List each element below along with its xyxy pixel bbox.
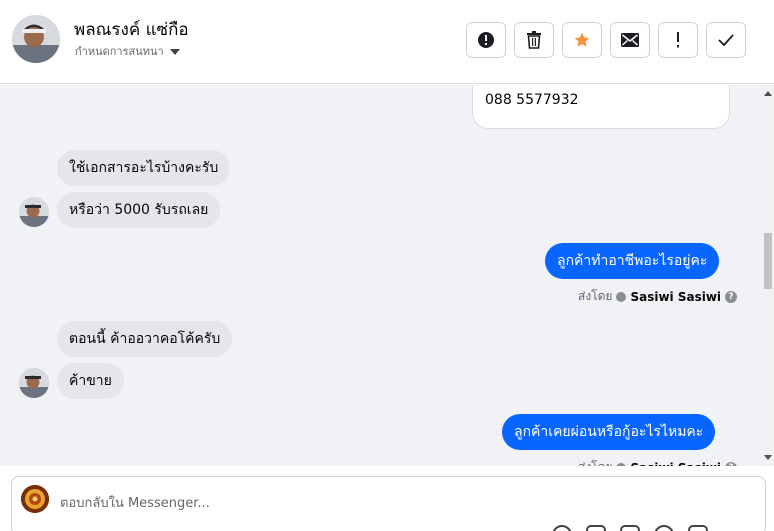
delete-button[interactable] [514, 22, 554, 58]
sender-avatar[interactable] [19, 197, 49, 227]
sent-by-label: ส่งโดย [578, 289, 613, 303]
page-avatar [21, 485, 49, 513]
mark-unread-button[interactable] [610, 22, 650, 58]
sent-by-info: ส่งโดย Sasiwi Sasiwi ? [578, 287, 738, 306]
sent-by-label: ส่งโดย [578, 458, 612, 466]
check-icon [718, 34, 734, 46]
schedule-label: กำหนดการสนทนา [75, 45, 164, 58]
sender-avatar[interactable] [19, 368, 49, 398]
trash-icon [527, 31, 541, 49]
message-incoming[interactable]: หรือว่า 5000 รับรถเลย [57, 192, 221, 228]
message-incoming[interactable]: ค้าขาย [57, 363, 124, 399]
contact-name[interactable]: พลณรงค์ แซ่กือ [74, 16, 189, 43]
message-incoming[interactable]: ใช้เอกสารอะไรบ้างคะรับ [57, 150, 231, 186]
thread-scrollbar[interactable] [762, 85, 774, 466]
verified-icon [616, 291, 627, 302]
contact-avatar[interactable] [12, 15, 60, 63]
exclamation-icon [677, 32, 679, 48]
emoji-icon[interactable] [552, 525, 572, 531]
star-button[interactable] [562, 22, 602, 58]
exclamation-circle-icon [478, 32, 494, 48]
more-icon[interactable] [688, 525, 708, 531]
message-outgoing[interactable]: ลูกค้าทำอาชีพอะไรอยู่คะ [545, 243, 720, 279]
attachment-icon[interactable] [586, 525, 606, 531]
help-icon[interactable]: ? [725, 290, 738, 303]
card-phone: 088 5577932 [485, 92, 579, 108]
sent-by-name[interactable]: Sasiwi Sasiwi [630, 290, 721, 304]
saved-reply-icon[interactable] [654, 525, 674, 531]
reply-box[interactable]: ตอบกลับใน Messenger... [11, 476, 766, 531]
message-thread[interactable]: 088 5577932 ใช้เอกสารอะไรบ้างคะรับ หรือว… [0, 85, 762, 466]
caret-down-icon [169, 48, 180, 55]
composer-tools [552, 525, 708, 531]
image-icon[interactable] [620, 525, 640, 531]
scroll-thumb[interactable] [764, 233, 772, 289]
follow-up-button[interactable] [658, 22, 698, 58]
message-incoming[interactable]: ตอนนี้ ค้าออวาคอโค้ครับ [57, 321, 233, 357]
conversation-header: พลณรงค์ แซ่กือ กำหนดการสนทนา [0, 0, 774, 84]
mark-done-button[interactable] [706, 22, 746, 58]
scroll-up-icon[interactable] [764, 91, 772, 96]
schedule-dropdown[interactable]: กำหนดการสนทนา [75, 42, 180, 60]
scroll-down-icon[interactable] [764, 455, 772, 460]
star-icon [574, 32, 590, 47]
header-actions [466, 22, 746, 58]
envelope-icon [621, 33, 639, 47]
sent-by-info: ส่งโดย Sasiwi Sasiwi ? [578, 458, 738, 466]
reply-input[interactable]: ตอบกลับใน Messenger... [60, 492, 210, 513]
message-outgoing[interactable]: ลูกค้าเคยผ่อนหรือกู้อะไรไหมคะ [502, 414, 716, 450]
reply-composer: ตอบกลับใน Messenger... [0, 466, 774, 531]
report-button[interactable] [466, 22, 506, 58]
contact-card: 088 5577932 [472, 85, 730, 129]
